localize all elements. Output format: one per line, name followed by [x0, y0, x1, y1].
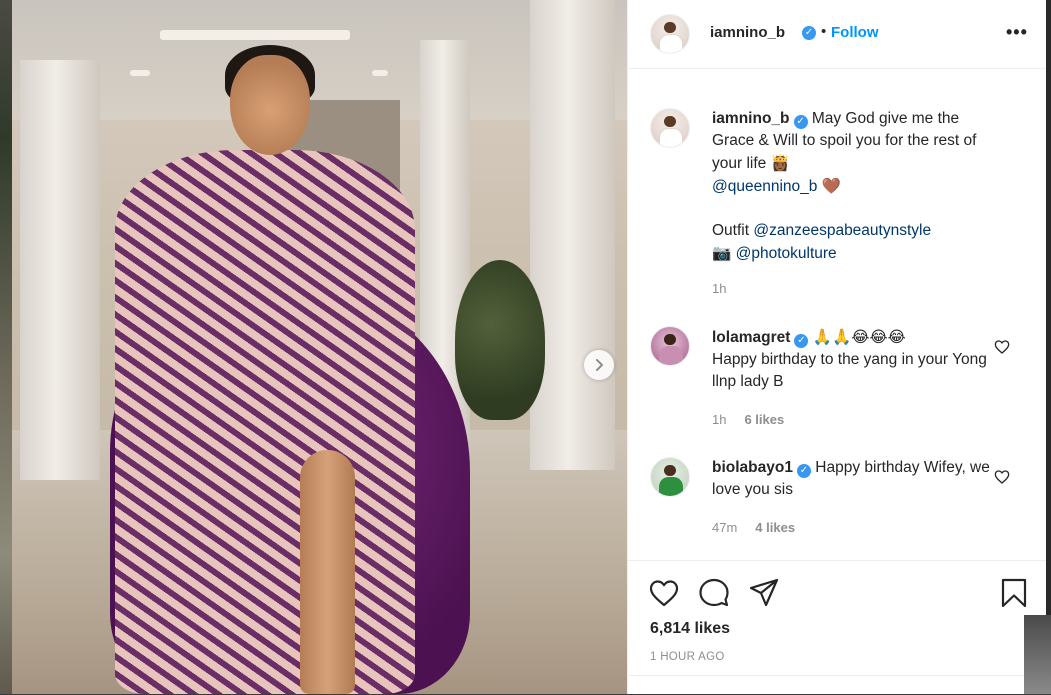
background-thumbnail — [1024, 615, 1051, 694]
post-header: iamnino_b ✓ • Follow ••• — [628, 0, 1047, 69]
caption-emoji: 👸🏾 — [770, 154, 790, 172]
comment-time[interactable]: 47m — [712, 520, 737, 535]
post-panel: iamnino_b ✓ • Follow ••• iamnino_b ✓ May … — [627, 0, 1047, 694]
mention-zanzeespa[interactable]: @zanzeespabeautynstyle — [753, 222, 931, 239]
leg — [300, 450, 355, 694]
camera-icon: 📷 — [712, 244, 732, 262]
mention-queennino[interactable]: @queennino_b — [712, 178, 817, 195]
heart-icon[interactable] — [648, 577, 680, 609]
outfit-label: Outfit — [712, 222, 750, 239]
ceiling-light — [372, 70, 388, 76]
commenter-avatar[interactable] — [650, 326, 690, 366]
verified-badge-icon: ✓ — [802, 26, 816, 40]
follow-button[interactable]: Follow — [831, 24, 879, 41]
caption-emoji: 🤎 — [821, 177, 842, 195]
author-username[interactable]: iamnino_b — [710, 24, 785, 41]
ceiling-light — [160, 30, 350, 40]
comment-time[interactable]: 1h — [712, 412, 726, 427]
comment-meta: 1h 6 likes — [712, 412, 784, 427]
caption-text: iamnino_b ✓ May God give me the Grace & W… — [712, 108, 1002, 265]
post-timestamp[interactable]: 1 HOUR AGO — [650, 651, 725, 663]
verified-badge-icon: ✓ — [793, 115, 808, 129]
comment-like-heart-icon[interactable] — [994, 469, 1010, 485]
verified-badge-icon: ✓ — [796, 464, 811, 478]
mention-photokulture[interactable]: @photokulture — [736, 245, 837, 262]
pillar — [20, 60, 100, 480]
post-actions: 6,814 likes 1 HOUR AGO — [628, 560, 1047, 695]
comment-emojis: 🙏🙏😂😂😂 — [812, 328, 906, 346]
pillar — [530, 0, 615, 470]
potted-plant — [455, 260, 545, 420]
post-photo[interactable] — [0, 0, 627, 694]
verified-badge-icon: ✓ — [794, 334, 809, 348]
caption-author-avatar[interactable] — [650, 108, 690, 148]
background-overlay — [1046, 0, 1051, 694]
caption-time[interactable]: 1h — [712, 281, 726, 296]
caption-username[interactable]: iamnino_b — [712, 110, 790, 127]
bookmark-icon[interactable] — [998, 577, 1030, 609]
face — [230, 55, 310, 155]
likes-count[interactable]: 6,814 likes — [650, 620, 730, 638]
commenter-avatar[interactable] — [650, 457, 690, 497]
comment-text: lolamagret ✓ 🙏🙏😂😂😂 Happy birthday to the … — [712, 326, 1002, 393]
comment-text: biolabayo1 ✓ Happy birthday Wifey, we lov… — [712, 457, 1002, 501]
divider — [628, 675, 1047, 676]
comment-meta: 47m 4 likes — [712, 520, 795, 535]
comment-likes[interactable]: 6 likes — [744, 412, 784, 427]
comment-like-heart-icon[interactable] — [994, 339, 1010, 355]
more-options-icon[interactable]: ••• — [1006, 22, 1028, 43]
author-avatar[interactable] — [650, 14, 690, 54]
separator-dot: • — [821, 23, 827, 40]
ceiling-light — [130, 70, 150, 76]
chevron-right-icon — [596, 359, 603, 371]
share-icon[interactable] — [748, 577, 780, 609]
comment-icon[interactable] — [698, 577, 730, 609]
comment-likes[interactable]: 4 likes — [755, 520, 795, 535]
background-edge — [0, 0, 12, 694]
commenter-username[interactable]: lolamagret — [712, 329, 790, 346]
next-photo-button[interactable] — [584, 350, 614, 380]
commenter-username[interactable]: biolabayo1 — [712, 459, 793, 476]
comment-message: Happy birthday to the yang in your Yong … — [712, 351, 987, 390]
lace-dress — [115, 150, 415, 694]
